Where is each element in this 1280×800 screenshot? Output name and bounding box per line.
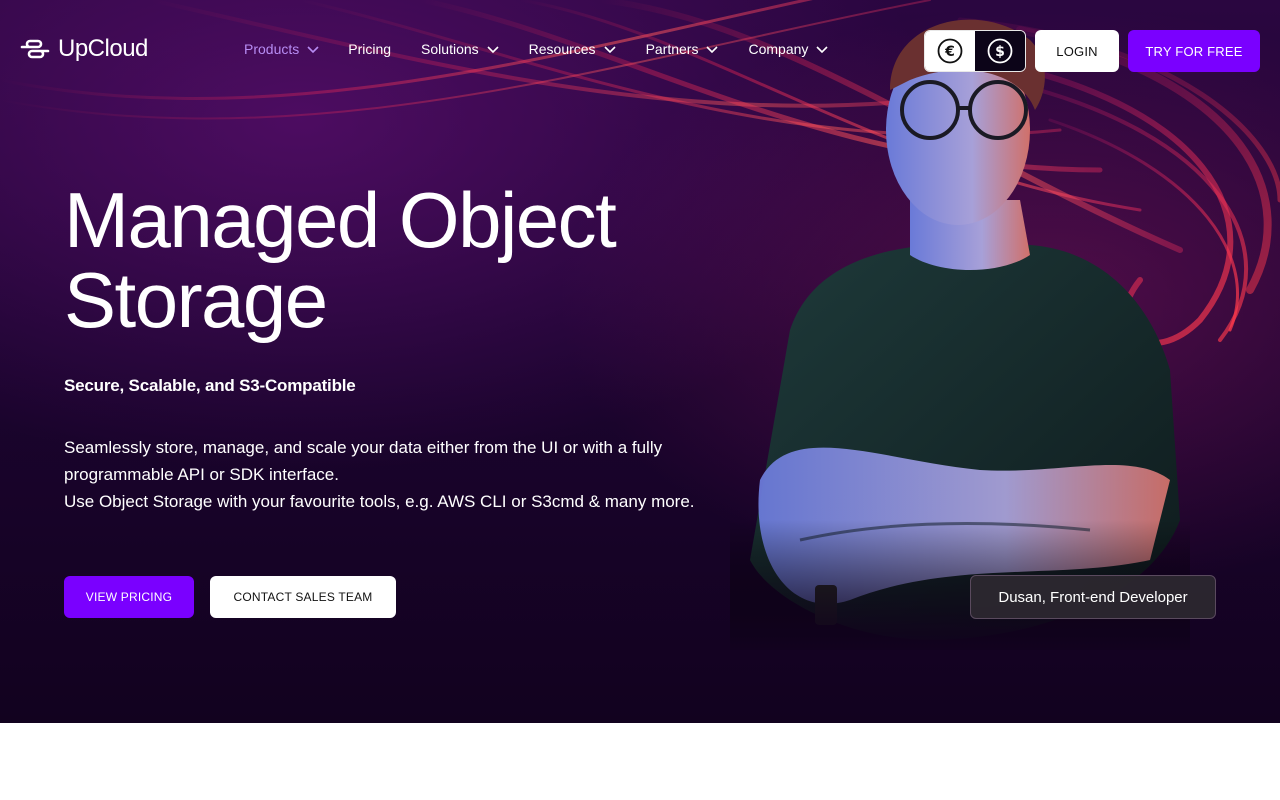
- chevron-down-icon: [487, 46, 499, 54]
- dollar-icon: $: [987, 38, 1013, 64]
- person-caption-badge: Dusan, Front-end Developer: [970, 575, 1216, 619]
- nav-item-label: Resources: [528, 41, 596, 57]
- currency-toggle: € $: [924, 30, 1026, 72]
- upcloud-logo[interactable]: UpCloud: [20, 34, 148, 64]
- nav-item-pricing[interactable]: Pricing: [348, 41, 391, 57]
- title-line-1: Managed Object: [64, 176, 617, 264]
- currency-usd-button[interactable]: $: [975, 31, 1025, 71]
- nav-item-solutions[interactable]: Solutions: [421, 41, 499, 57]
- hero-subtitle: Secure, Scalable, and S3-Compatible: [64, 376, 356, 395]
- nav-item-products[interactable]: Products: [244, 41, 319, 57]
- nav-item-partners[interactable]: Partners: [646, 41, 719, 57]
- nav-item-label: Products: [244, 41, 300, 57]
- svg-text:€: €: [944, 44, 955, 60]
- nav-item-label: Company: [748, 41, 809, 57]
- main-nav: Products Pricing Solutions Resources Par…: [244, 38, 828, 60]
- contact-sales-button[interactable]: CONTACT SALES TEAM: [210, 576, 396, 618]
- page-title: Managed Object Storage: [64, 180, 704, 340]
- nav-item-label: Solutions: [421, 41, 479, 57]
- nav-item-label: Partners: [645, 41, 699, 57]
- nav-item-label: Pricing: [348, 41, 392, 57]
- developer-portrait-image: [730, 0, 1190, 650]
- brand-name: UpCloud: [58, 35, 148, 62]
- euro-icon: €: [937, 38, 963, 64]
- view-pricing-button[interactable]: VIEW PRICING: [64, 576, 194, 618]
- nav-item-resources[interactable]: Resources: [529, 41, 616, 57]
- chevron-down-icon: [816, 46, 828, 54]
- hero-description: Seamlessly store, manage, and scale your…: [64, 434, 754, 515]
- description-line-2: Use Object Storage with your favourite t…: [64, 492, 695, 511]
- title-line-2: Storage: [64, 256, 328, 344]
- chevron-down-icon: [603, 46, 616, 54]
- description-line-1: Seamlessly store, manage, and scale your…: [64, 438, 663, 484]
- content-section-below-hero: [0, 723, 1280, 800]
- svg-text:$: $: [995, 44, 1005, 60]
- nav-item-company[interactable]: Company: [748, 41, 828, 57]
- login-button[interactable]: LOGIN: [1035, 30, 1119, 72]
- currency-eur-button[interactable]: €: [925, 31, 975, 71]
- try-for-free-button[interactable]: TRY FOR FREE: [1128, 30, 1260, 72]
- upcloud-logo-icon: [20, 39, 50, 59]
- chevron-down-icon: [307, 46, 319, 54]
- chevron-down-icon: [706, 46, 719, 54]
